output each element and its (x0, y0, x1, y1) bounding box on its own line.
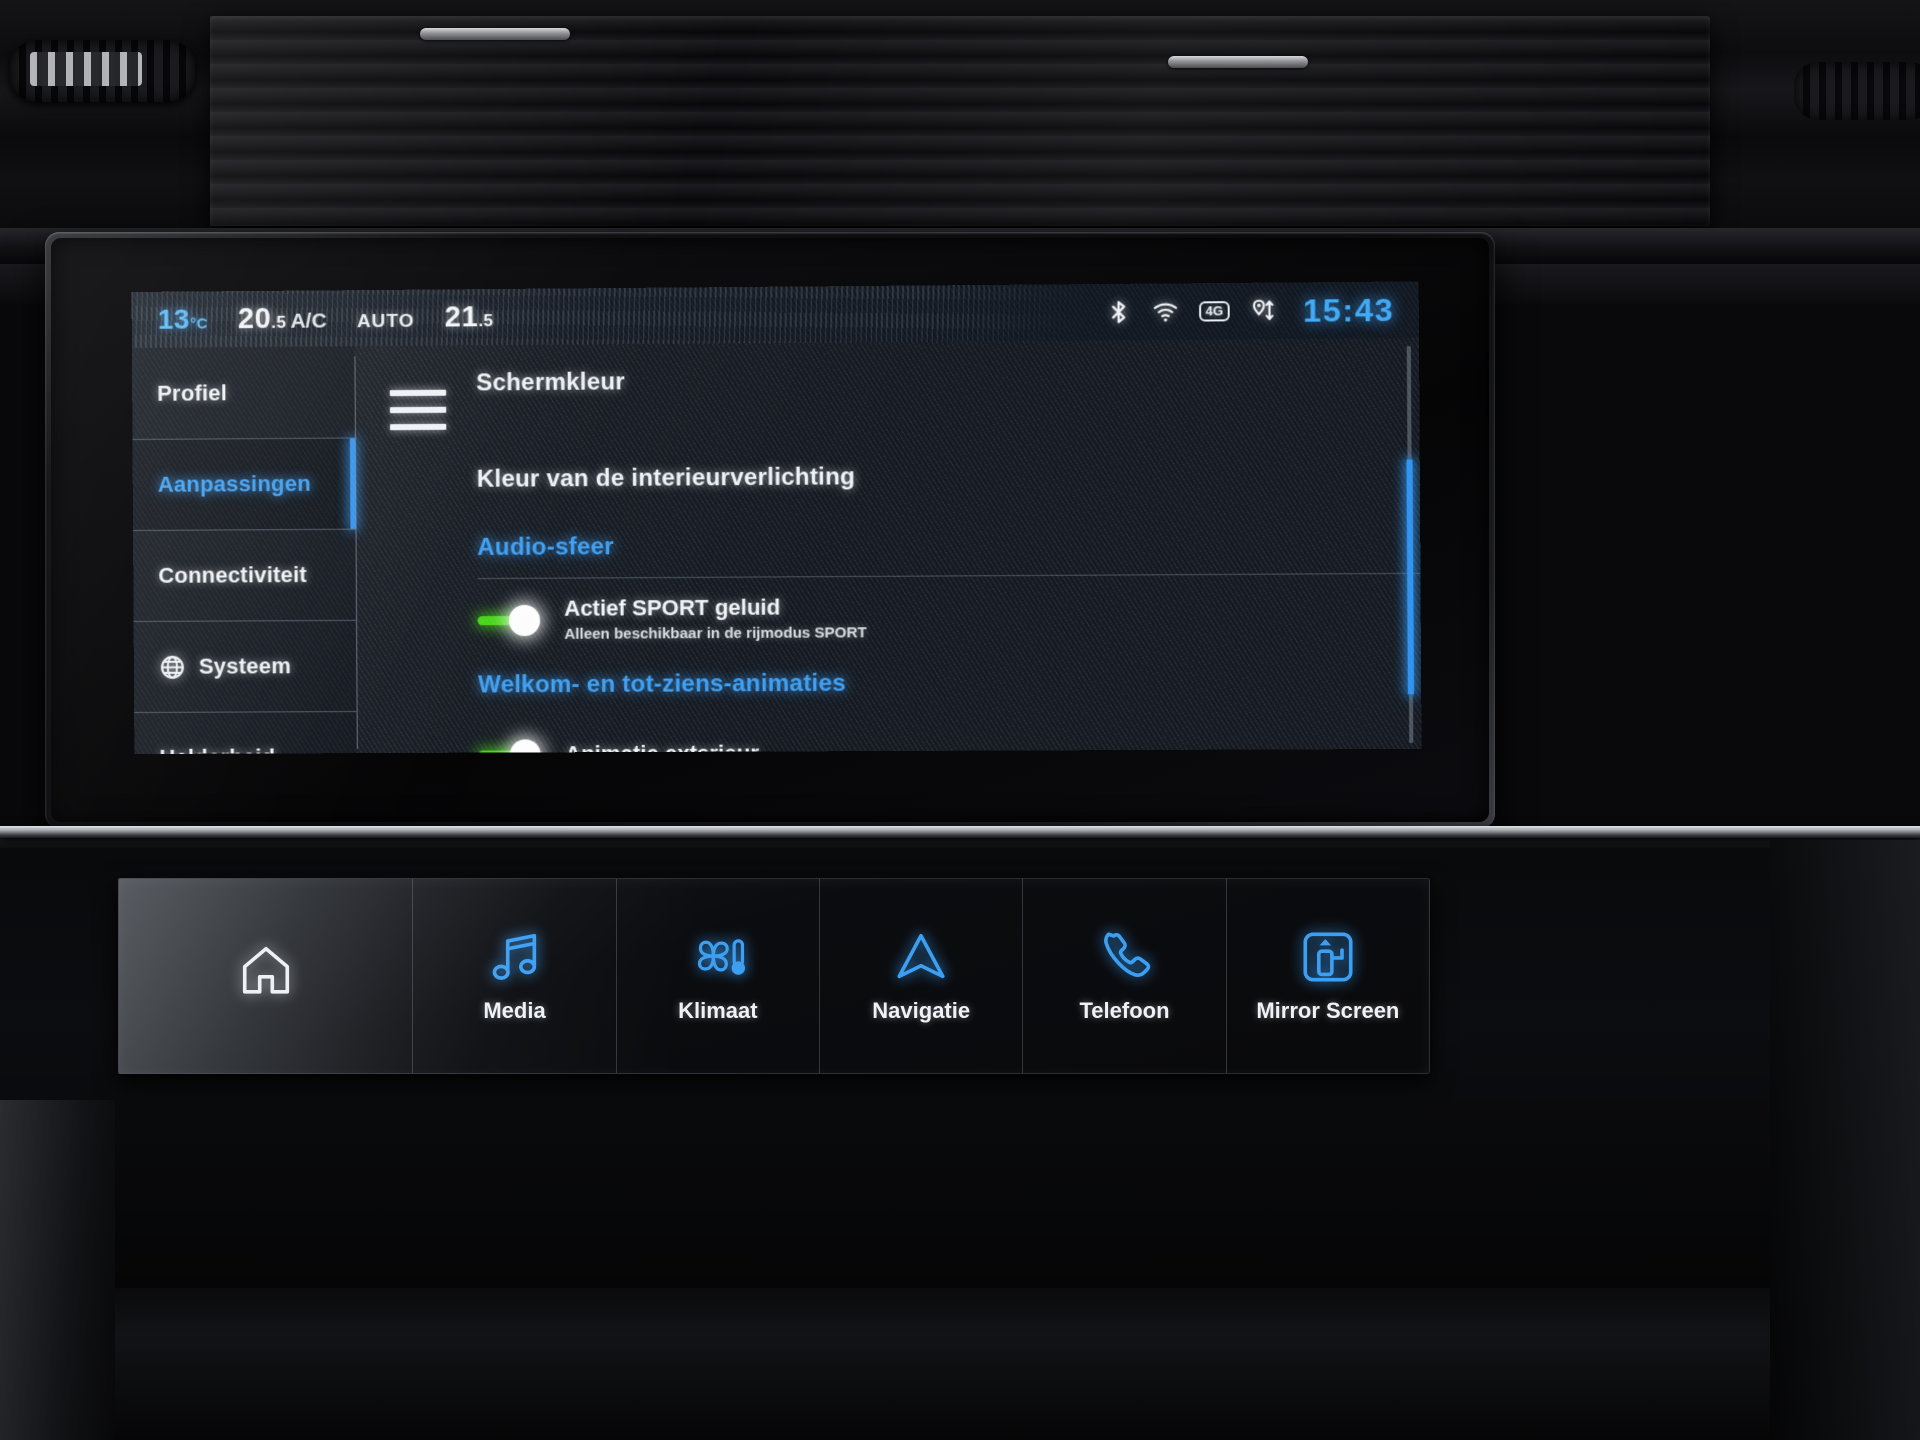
toggle-animatie-exterieur[interactable] (478, 739, 542, 754)
side-air-vent-right (1794, 62, 1920, 120)
hamburger-line (389, 423, 447, 431)
toggle-actief-sport-geluid[interactable] (477, 604, 541, 636)
navigation-arrow-icon (897, 933, 945, 979)
bottom-bar-klimaat[interactable]: Klimaat (615, 879, 819, 1073)
exterior-temp-value: 13 (157, 303, 191, 335)
sidebar-item-label: Connectiviteit (158, 562, 307, 588)
clock: 15:43 (1302, 291, 1395, 329)
hamburger-menu-icon[interactable] (389, 389, 447, 442)
setting-schermkleur[interactable]: Schermkleur (476, 368, 625, 397)
settings-content: Schermkleur Kleur van de interieurverlic… (476, 338, 1422, 754)
passenger-temp-decimal: .5 (478, 310, 494, 330)
bottom-bar-telefoon[interactable]: Telefoon (1022, 879, 1225, 1073)
bottom-bar-mirror-screen[interactable]: Mirror Screen (1225, 879, 1429, 1073)
status-bar: 13°C 20.5 A/C AUTO 21.5 4G 15:43 (131, 281, 1419, 349)
setting-kleur-interieurverlichting[interactable]: Kleur van de interieurverlichting (477, 463, 856, 494)
setting-actief-sport-geluid[interactable]: Actief SPORT geluid Alleen beschikbaar i… (477, 594, 867, 643)
sidebar-item-aanpassingen[interactable]: Aanpassingen (132, 437, 356, 530)
section-label: Audio-sfeer (477, 533, 614, 562)
sidebar-item-label: Profiel (157, 379, 228, 406)
bottom-bar-label: Mirror Screen (1256, 998, 1400, 1023)
settings-sidebar: Profiel Aanpassingen Connectiviteit Syst… (131, 346, 358, 754)
setting-text-group: Actief SPORT geluid Alleen beschikbaar i… (564, 594, 867, 643)
infotainment-screen[interactable]: 13°C 20.5 A/C AUTO 21.5 4G 15:43 Profiel… (131, 281, 1422, 754)
climate-status-group: 13°C 20.5 A/C AUTO 21.5 (132, 301, 494, 337)
driver-temp-decimal: .5 (271, 312, 287, 332)
bottom-shortcut-bar: Media Klimaat Navigatie Telefoon Mirror … (118, 878, 1430, 1074)
fan-thermometer-icon (697, 939, 745, 975)
console-bottom-trim (0, 1288, 1920, 1440)
driver-temp-value: 20 (237, 302, 272, 335)
sidebar-item-systeem[interactable]: Systeem (133, 619, 357, 712)
location-data-icon (1250, 298, 1277, 324)
center-air-vent-slab (210, 16, 1710, 226)
sidebar-item-helderheid[interactable]: Helderheid (134, 711, 358, 754)
vent-adjuster-right[interactable] (1168, 56, 1308, 68)
phone-handset-icon (1103, 932, 1150, 977)
setting-label: Kleur van de interieurverlichting (476, 463, 856, 493)
globe-icon (160, 655, 184, 679)
setting-label: Actief SPORT geluid (564, 594, 781, 621)
bottom-bar-media[interactable]: Media (412, 879, 615, 1073)
screen-body: Profiel Aanpassingen Connectiviteit Syst… (131, 338, 1422, 754)
network-4g-icon: 4G (1199, 300, 1230, 323)
bottom-bar-home[interactable] (119, 879, 412, 1073)
section-audio-sfeer[interactable]: Audio-sfeer (477, 533, 614, 562)
bottom-bar-navigatie[interactable]: Navigatie (819, 879, 1022, 1073)
sidebar-item-label: Helderheid (159, 744, 275, 754)
passenger-temperature[interactable]: 21.5 (445, 301, 494, 334)
bottom-bar-label: Media (483, 998, 546, 1023)
music-note-icon (492, 933, 536, 980)
sidebar-item-profiel[interactable]: Profiel (132, 346, 355, 439)
exterior-temp-unit: °C (189, 314, 208, 333)
home-icon (242, 946, 289, 994)
hamburger-line (389, 406, 447, 414)
toggle-knob (509, 739, 542, 754)
menu-column (355, 345, 478, 753)
bottom-bar-label: Klimaat (678, 998, 758, 1023)
exterior-temperature: 13°C (158, 303, 208, 335)
toggle-knob (508, 604, 541, 636)
auto-climate-label[interactable]: AUTO (357, 310, 415, 333)
car-dashboard-photo: 13°C 20.5 A/C AUTO 21.5 4G 15:43 Profiel… (0, 0, 1920, 1440)
sidebar-item-connectiviteit[interactable]: Connectiviteit (133, 528, 357, 621)
console-side-trim-right (1770, 840, 1920, 1440)
driver-temperature[interactable]: 20.5 A/C (238, 302, 327, 336)
hamburger-line (389, 389, 447, 397)
setting-sublabel: Alleen beschikbaar in de rijmodus SPORT (564, 624, 867, 643)
wifi-icon (1152, 299, 1179, 322)
section-divider (477, 572, 1421, 580)
console-side-trim-left (0, 1100, 115, 1440)
setting-label: Schermkleur (476, 368, 626, 397)
section-label: Welkom- en tot-ziens-animaties (477, 669, 846, 699)
chrome-trim-strip (0, 826, 1920, 838)
status-icons-group: 4G 15:43 (1106, 291, 1419, 331)
screen-mirror-icon (1303, 932, 1353, 982)
vent-adjuster-left[interactable] (420, 28, 570, 40)
passenger-temp-value: 21 (444, 300, 479, 334)
side-air-vent-left (10, 40, 195, 102)
sidebar-item-label: Aanpassingen (157, 470, 311, 497)
sidebar-item-label: Systeem (198, 653, 292, 679)
bottom-bar-label: Telefoon (1079, 998, 1170, 1023)
network-4g-label: 4G (1205, 302, 1224, 319)
ac-label[interactable]: A/C (290, 309, 326, 332)
section-welkom-animaties[interactable]: Welkom- en tot-ziens-animaties (478, 670, 846, 700)
bluetooth-icon (1106, 299, 1133, 325)
bottom-bar-label: Navigatie (872, 998, 971, 1023)
setting-animatie-exterieur[interactable]: Animatie exterieur (478, 738, 759, 754)
